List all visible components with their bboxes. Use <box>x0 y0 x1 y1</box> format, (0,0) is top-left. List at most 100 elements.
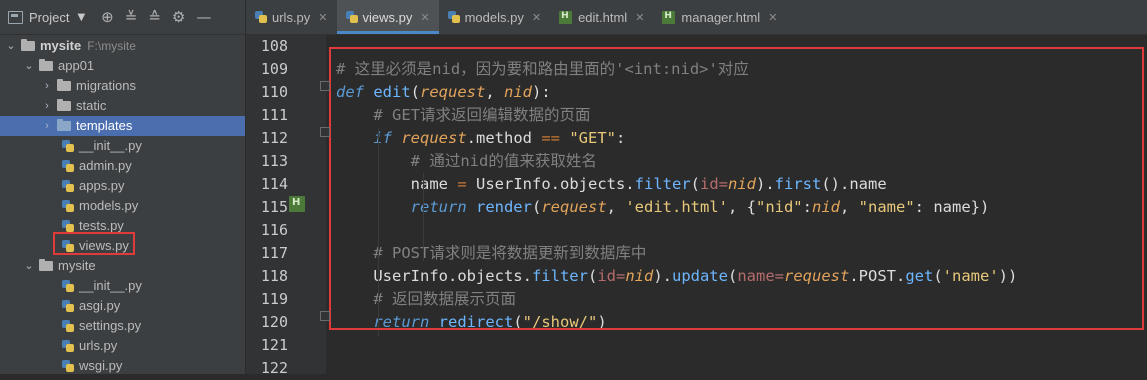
tree-item-label: urls.py <box>79 338 118 353</box>
html-file-icon <box>662 10 676 24</box>
tree-item[interactable]: apps.py <box>0 176 245 196</box>
line-number: 120 <box>260 313 288 331</box>
tab-views-py[interactable]: views.py ✕ <box>336 0 439 34</box>
close-icon[interactable]: ✕ <box>532 11 541 24</box>
line-number: 109 <box>260 60 288 78</box>
annotation-box-code <box>329 47 1144 330</box>
tree-item-label: admin.py <box>79 158 132 173</box>
python-file-icon <box>255 11 267 23</box>
project-icon <box>8 10 23 24</box>
tab-label: urls.py <box>272 9 311 25</box>
python-file-icon <box>62 360 74 372</box>
close-icon[interactable]: ✕ <box>635 11 644 24</box>
tab-label: views.py <box>362 9 413 25</box>
project-tree: ⌄ mysite F:\mysite ⌄ app01 › migrations › static… <box>0 36 245 376</box>
tree-item-label: __init__.py <box>79 278 142 293</box>
tree-item-label: wsgi.py <box>79 358 123 373</box>
tree-item-label: settings.py <box>79 318 142 333</box>
tree-item[interactable]: settings.py <box>0 316 245 336</box>
chevron-right-icon[interactable]: › <box>42 96 52 116</box>
editor-tabs: urls.py✕views.py✕models.py✕edit.html✕man… <box>246 0 1147 35</box>
close-icon[interactable]: ✕ <box>768 11 777 24</box>
line-number: 110 <box>260 83 288 101</box>
line-number: 114 <box>260 175 288 193</box>
locate-file-icon[interactable]: ⊕ <box>101 9 114 25</box>
project-sidebar: Project ▼ ⊕ ≚ ≙ ⚙ — ⌄ mysite F:\mysite ⌄ app… <box>0 0 246 374</box>
tree-item[interactable]: asgi.py <box>0 296 245 316</box>
chevron-down-icon[interactable]: ⌄ <box>24 256 34 276</box>
python-file-icon <box>62 340 74 352</box>
tree-item-label: apps.py <box>79 178 125 193</box>
tree-item[interactable]: › migrations <box>0 76 245 96</box>
chevron-down-icon[interactable]: ⌄ <box>24 56 34 76</box>
line-number-gutter: 108 109 110 111 112 113 114 115 116 117 118 119 120 1… <box>246 35 326 377</box>
project-path: F:\mysite <box>87 39 136 53</box>
close-icon[interactable]: ✕ <box>420 11 429 24</box>
tab-urls-py[interactable]: urls.py ✕ <box>246 0 337 34</box>
tree-item[interactable]: wsgi.py <box>0 356 245 376</box>
tree-item-label: migrations <box>76 78 136 93</box>
tree-item-label: static <box>76 98 107 113</box>
python-file-icon <box>62 300 74 312</box>
python-file-icon <box>62 140 74 152</box>
python-file-icon <box>345 11 358 23</box>
fold-marker-icon[interactable] <box>320 311 330 321</box>
line-number: 122 <box>260 359 288 377</box>
folder-icon <box>57 79 71 91</box>
tree-item-label: __init__.py <box>79 138 142 153</box>
tab-label: edit.html <box>578 9 628 25</box>
tree-item[interactable]: models.py <box>0 196 245 216</box>
tree-item[interactable]: ⌄ mysite <box>0 256 245 276</box>
tree-item[interactable]: admin.py <box>0 156 245 176</box>
tree-item[interactable]: __init__.py <box>0 136 245 156</box>
ide-window: Project ▼ ⊕ ≚ ≙ ⚙ — ⌄ mysite F:\mysite ⌄ app… <box>0 0 1147 377</box>
chevron-down-icon[interactable]: ⌄ <box>6 36 16 56</box>
gear-icon[interactable]: ⚙ <box>172 9 185 25</box>
line-number: 112 <box>260 129 288 147</box>
python-file-icon <box>62 220 74 232</box>
close-icon[interactable]: ✕ <box>318 11 327 24</box>
html-template-gutter-icon[interactable]: H <box>289 196 305 212</box>
project-toolbar: Project ▼ ⊕ ≚ ≙ ⚙ — <box>0 0 245 35</box>
tree-item[interactable]: ⌄ mysite F:\mysite <box>0 36 245 56</box>
tab-label: manager.html <box>681 9 761 25</box>
folder-icon <box>57 99 71 111</box>
tab-label: models.py <box>464 9 524 25</box>
annotation-box-views <box>53 232 135 255</box>
collapse-all-icon[interactable]: ≙ <box>148 9 161 25</box>
tree-item-label: mysite <box>58 258 96 273</box>
project-view-selector[interactable]: Project <box>29 10 69 25</box>
chevron-right-icon[interactable]: › <box>42 116 52 136</box>
python-file-icon <box>62 320 74 332</box>
folder-icon <box>39 259 53 271</box>
tab-edit-html[interactable]: edit.html ✕ <box>550 0 653 34</box>
line-number: 111 <box>260 106 288 124</box>
tree-item[interactable]: › templates <box>0 116 245 136</box>
line-number: 117 <box>260 244 288 262</box>
minimize-icon[interactable]: — <box>196 9 211 25</box>
line-number: 115 <box>260 198 288 216</box>
tree-item[interactable]: › static <box>0 96 245 116</box>
tree-item-label: templates <box>76 118 133 133</box>
fold-marker-icon[interactable] <box>320 81 330 91</box>
tree-item[interactable]: urls.py <box>0 336 245 356</box>
expand-all-icon[interactable]: ≚ <box>125 9 138 25</box>
line-number: 116 <box>260 221 288 239</box>
tree-item-label: models.py <box>79 198 139 213</box>
tree-item[interactable]: __init__.py <box>0 276 245 296</box>
fold-marker-icon[interactable] <box>320 127 330 137</box>
python-file-icon <box>62 180 74 192</box>
line-number: 108 <box>260 37 288 55</box>
tree-item[interactable]: ⌄ app01 <box>0 56 245 76</box>
folder-icon <box>21 39 35 51</box>
chevron-down-icon[interactable]: ▼ <box>77 12 85 23</box>
line-number: 121 <box>260 336 288 354</box>
tab-models-py[interactable]: models.py ✕ <box>439 0 550 34</box>
python-file-icon <box>62 280 74 292</box>
line-number: 113 <box>260 152 288 170</box>
chevron-right-icon[interactable]: › <box>42 76 52 96</box>
folder-icon <box>57 119 71 131</box>
folder-icon <box>39 59 53 71</box>
python-file-icon <box>447 11 460 23</box>
tab-manager-html[interactable]: manager.html ✕ <box>653 0 786 34</box>
